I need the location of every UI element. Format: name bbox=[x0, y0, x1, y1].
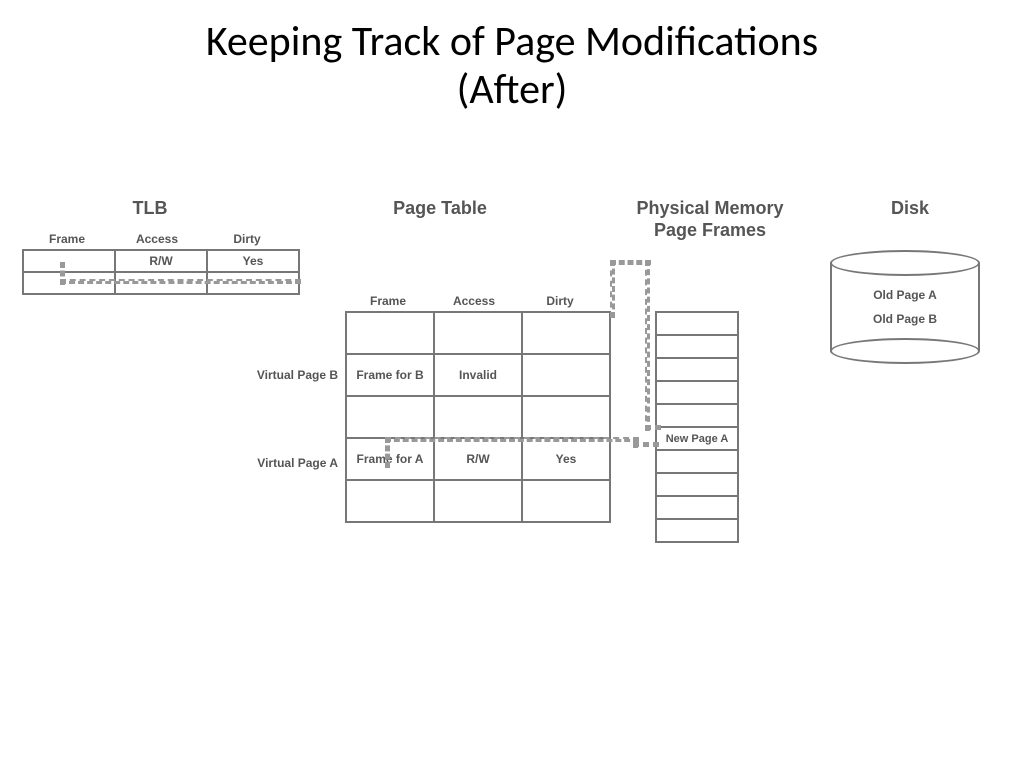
pt-r3-access: R/W bbox=[434, 438, 522, 480]
pt-col-access: Access bbox=[431, 294, 517, 308]
tlb-col-frame: Frame bbox=[22, 232, 112, 246]
tlb-col-access: Access bbox=[112, 232, 202, 246]
frame-row bbox=[656, 358, 738, 381]
slide-title: Keeping Track of Page Modifications (Aft… bbox=[0, 18, 1024, 115]
connector-pt-a-right2 bbox=[633, 442, 659, 447]
page-table: Frame for B Invalid Frame for A R/W Yes bbox=[345, 311, 611, 523]
physmem-heading: Physical Memory Page Frames bbox=[610, 198, 810, 241]
pt-r3-frame: Frame for A bbox=[346, 438, 434, 480]
title-line-1: Keeping Track of Page Modifications bbox=[206, 16, 818, 67]
physical-frames: New Page A bbox=[655, 311, 739, 543]
pt-rowlabel-b: Virtual Page B bbox=[248, 368, 338, 382]
pt-r1-frame: Frame for B bbox=[346, 354, 434, 396]
slide: Keeping Track of Page Modifications (Aft… bbox=[0, 0, 1024, 768]
pt-r3-dirty: Yes bbox=[522, 438, 610, 480]
frame-row bbox=[656, 381, 738, 404]
physmem-line-2: Page Frames bbox=[654, 220, 766, 240]
connector-pt-a-right1 bbox=[385, 437, 639, 442]
tlb-col-dirty: Dirty bbox=[202, 232, 292, 246]
pt-col-dirty: Dirty bbox=[517, 294, 603, 308]
pt-row-2 bbox=[346, 396, 610, 438]
connector-pt-top-v2 bbox=[645, 260, 650, 431]
frame-row bbox=[656, 519, 738, 542]
frame-row bbox=[656, 335, 738, 358]
tlb-heading: TLB bbox=[120, 198, 180, 219]
frame-row bbox=[656, 473, 738, 496]
pt-row-1: Frame for B Invalid bbox=[346, 354, 610, 396]
tlb-cell-access: R/W bbox=[115, 250, 207, 272]
disk-cylinder: Old Page A Old Page B bbox=[830, 250, 980, 365]
tlb-cell-dirty: Yes bbox=[207, 250, 299, 272]
pt-r1-access: Invalid bbox=[434, 354, 522, 396]
physmem-line-1: Physical Memory bbox=[636, 198, 783, 218]
disk-old-b: Old Page B bbox=[830, 312, 980, 326]
pt-row-0 bbox=[346, 312, 610, 354]
frame-new-a: New Page A bbox=[656, 427, 738, 450]
title-line-2: (After) bbox=[457, 64, 568, 115]
tlb-cell-frame bbox=[23, 250, 115, 272]
pt-row-4 bbox=[346, 480, 610, 522]
connector-pt-top-h2 bbox=[645, 425, 661, 430]
connector-pt-top-v1 bbox=[610, 260, 615, 318]
frame-row bbox=[656, 404, 738, 427]
pagetable-heading: Page Table bbox=[370, 198, 510, 219]
frame-row bbox=[656, 312, 738, 335]
frame-row-new-a: New Page A bbox=[656, 427, 738, 450]
pt-rowlabel-a: Virtual Page A bbox=[248, 456, 338, 470]
frame-row bbox=[656, 496, 738, 519]
pt-col-frame: Frame bbox=[345, 294, 431, 308]
frame-row bbox=[656, 450, 738, 473]
disk-heading: Disk bbox=[880, 198, 940, 219]
disk-old-a: Old Page A bbox=[830, 288, 980, 302]
connector-tlb-right bbox=[60, 279, 301, 284]
pt-r1-dirty bbox=[522, 354, 610, 396]
